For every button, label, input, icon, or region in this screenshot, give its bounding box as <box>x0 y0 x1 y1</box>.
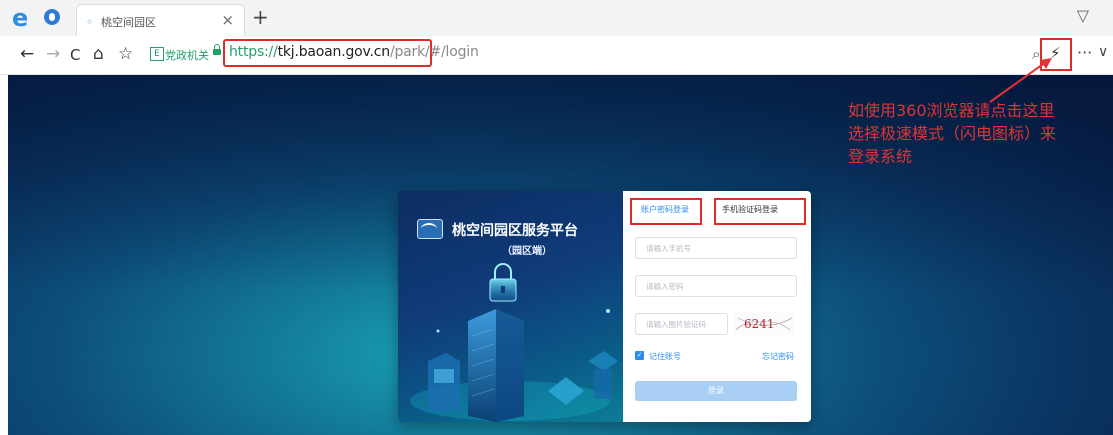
captcha-input[interactable]: 请输入图片验证码 <box>635 313 728 335</box>
login-button[interactable]: 登录 <box>635 381 797 401</box>
captcha-image[interactable]: 6241 <box>734 312 794 335</box>
annotation-line-3: 登录系统 <box>848 147 913 166</box>
forgot-password-link[interactable]: 忘记密码 <box>762 351 794 362</box>
remember-label[interactable]: 记住账号 <box>649 351 681 362</box>
annotation-text: 如使用360浏览器请点击这里 选择极速模式（闪电图标）来 登录系统 <box>848 99 1113 168</box>
security-illustration <box>410 263 618 422</box>
tab-password-login[interactable]: 账户密码登录 <box>641 204 689 215</box>
annotation-arrow <box>989 58 1052 103</box>
password-input[interactable]: 请输入密码 <box>635 275 797 297</box>
page-edge <box>0 75 8 435</box>
captcha-placeholder: 请输入图片验证码 <box>646 320 706 329</box>
annotation-line-2: 选择极速模式（闪电图标）来 <box>848 124 1057 143</box>
annotation-line-1: 如使用360浏览器请点击这里 <box>848 101 1055 120</box>
brand-title: 桃空间园区服务平台 <box>452 223 578 239</box>
login-card: 桃空间园区服务平台 （园区端） 账户密码登录 手机验证码登录 请输入手机号 请输… <box>398 191 811 422</box>
card-banner: 桃空间园区服务平台 （园区端） <box>398 191 623 422</box>
phone-input[interactable]: 请输入手机号 <box>635 237 797 259</box>
tab-sms-login[interactable]: 手机验证码登录 <box>722 204 778 215</box>
captcha-code: 6241 <box>744 317 775 331</box>
password-placeholder: 请输入密码 <box>646 282 684 291</box>
platform-logo-icon <box>417 219 443 239</box>
phone-placeholder: 请输入手机号 <box>646 244 691 253</box>
login-form-panel: 账户密码登录 手机验证码登录 请输入手机号 请输入密码 请输入图片验证码 624… <box>623 191 811 422</box>
remember-checkbox[interactable]: ✓ <box>635 351 644 360</box>
